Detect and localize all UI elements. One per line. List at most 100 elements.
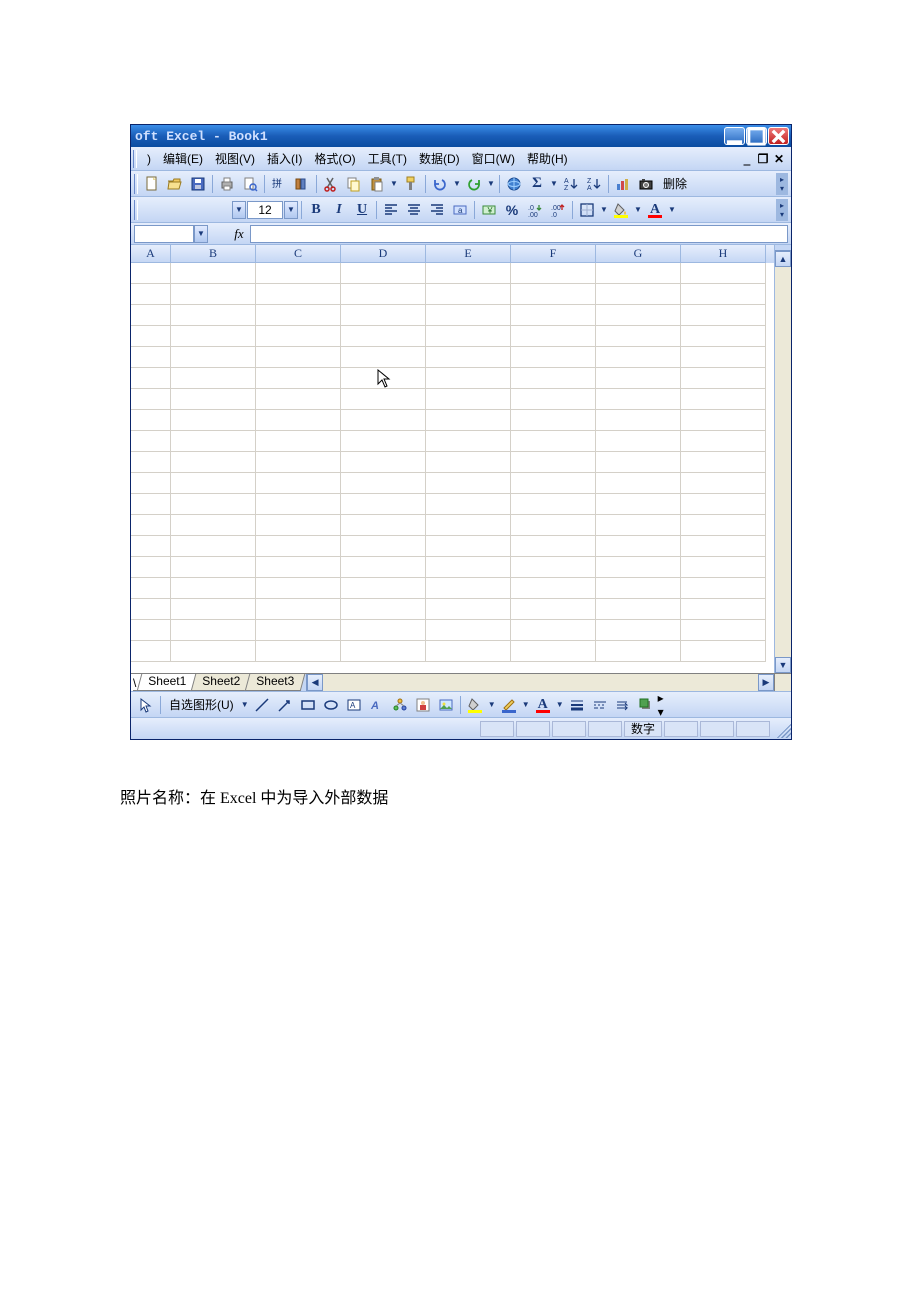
menu-file-partial[interactable]: )	[141, 150, 157, 168]
cell[interactable]	[596, 305, 681, 326]
toolbar-options-icon[interactable]: ▸▾	[776, 199, 788, 221]
cell[interactable]	[511, 578, 596, 599]
chart-icon[interactable]	[612, 173, 634, 195]
menu-format[interactable]: 格式(O)	[308, 148, 361, 169]
toolbar-handle[interactable]	[133, 150, 137, 168]
cell[interactable]	[256, 305, 341, 326]
cell[interactable]	[596, 263, 681, 284]
scroll-left-button[interactable]: ◀	[307, 674, 323, 691]
cell[interactable]	[131, 515, 171, 536]
autoshapes-button[interactable]: 自选图形(U)	[164, 694, 239, 716]
cut-icon[interactable]	[320, 173, 342, 195]
oval-icon[interactable]	[320, 694, 342, 716]
font-dropdown[interactable]: ▼	[232, 201, 246, 219]
close-button[interactable]	[768, 127, 789, 145]
cell[interactable]	[596, 578, 681, 599]
cell[interactable]	[256, 431, 341, 452]
cell[interactable]	[256, 389, 341, 410]
cell[interactable]	[596, 326, 681, 347]
cell[interactable]	[511, 284, 596, 305]
cell[interactable]	[341, 515, 426, 536]
line-icon[interactable]	[251, 694, 273, 716]
doc-minimize-button[interactable]: ‗	[741, 152, 753, 166]
cell[interactable]	[131, 452, 171, 473]
rectangle-icon[interactable]	[297, 694, 319, 716]
cell[interactable]	[171, 431, 256, 452]
cell[interactable]	[341, 326, 426, 347]
hyperlink-icon[interactable]	[503, 173, 525, 195]
cell[interactable]	[131, 536, 171, 557]
cell[interactable]	[681, 620, 766, 641]
cell[interactable]	[256, 536, 341, 557]
cell[interactable]	[341, 389, 426, 410]
cell[interactable]	[131, 305, 171, 326]
italic-button[interactable]: I	[328, 199, 350, 221]
maximize-button[interactable]	[746, 127, 767, 145]
vertical-scrollbar[interactable]: ▲ ▼	[774, 245, 791, 673]
merge-center-icon[interactable]: a	[449, 199, 471, 221]
font-color-dropdown[interactable]: ▼	[667, 205, 677, 214]
cell[interactable]	[131, 263, 171, 284]
shadow-icon[interactable]	[635, 694, 657, 716]
font-size-dropdown[interactable]: ▼	[284, 201, 298, 219]
cell[interactable]	[511, 410, 596, 431]
cell[interactable]	[426, 578, 511, 599]
scroll-track[interactable]	[323, 674, 758, 691]
sheet-tab-1[interactable]: Sheet1	[137, 674, 198, 691]
cell[interactable]	[426, 347, 511, 368]
cell[interactable]	[511, 431, 596, 452]
underline-button[interactable]: U	[351, 199, 373, 221]
cell[interactable]	[596, 557, 681, 578]
cell[interactable]	[596, 368, 681, 389]
dash-style-icon[interactable]	[589, 694, 611, 716]
cell[interactable]	[426, 620, 511, 641]
cell[interactable]	[596, 620, 681, 641]
cell[interactable]	[426, 410, 511, 431]
name-box[interactable]	[134, 225, 194, 243]
cell[interactable]	[511, 557, 596, 578]
insert-picture-icon[interactable]	[435, 694, 457, 716]
autosum-dropdown[interactable]: ▼	[549, 179, 559, 188]
research-icon[interactable]	[291, 173, 313, 195]
doc-restore-button[interactable]: ❐	[757, 152, 769, 166]
autosum-icon[interactable]: Σ	[526, 173, 548, 195]
cell[interactable]	[426, 557, 511, 578]
cell[interactable]	[596, 410, 681, 431]
cell[interactable]	[171, 410, 256, 431]
column-header[interactable]: A	[131, 245, 171, 263]
cell[interactable]	[131, 641, 171, 662]
cell[interactable]	[131, 578, 171, 599]
cell[interactable]	[171, 284, 256, 305]
undo-dropdown[interactable]: ▼	[452, 179, 462, 188]
currency-icon[interactable]: ￥	[478, 199, 500, 221]
cell[interactable]	[511, 368, 596, 389]
cell[interactable]	[171, 515, 256, 536]
menu-tools[interactable]: 工具(T)	[362, 148, 413, 169]
cell[interactable]	[256, 494, 341, 515]
spelling-icon[interactable]: 拼	[268, 173, 290, 195]
align-right-icon[interactable]	[426, 199, 448, 221]
cell[interactable]	[171, 368, 256, 389]
cell[interactable]	[511, 515, 596, 536]
cell[interactable]	[341, 620, 426, 641]
cell[interactable]	[256, 557, 341, 578]
paste-icon[interactable]	[366, 173, 388, 195]
cell[interactable]	[596, 494, 681, 515]
cell[interactable]	[426, 494, 511, 515]
cell[interactable]	[426, 284, 511, 305]
cell[interactable]	[256, 284, 341, 305]
cell[interactable]	[171, 599, 256, 620]
undo-icon[interactable]	[429, 173, 451, 195]
draw-fill-dropdown[interactable]: ▼	[487, 700, 497, 709]
decrease-decimal-icon[interactable]: .00.0	[547, 199, 569, 221]
cell[interactable]	[256, 599, 341, 620]
cell[interactable]	[426, 431, 511, 452]
cell[interactable]	[171, 578, 256, 599]
cell[interactable]	[681, 641, 766, 662]
toolbar-handle[interactable]	[134, 200, 138, 220]
sort-asc-icon[interactable]: AZ	[560, 173, 582, 195]
delete-button[interactable]: 删除	[658, 173, 692, 195]
cell[interactable]	[426, 515, 511, 536]
percent-icon[interactable]: %	[501, 199, 523, 221]
scroll-track[interactable]	[775, 267, 791, 657]
